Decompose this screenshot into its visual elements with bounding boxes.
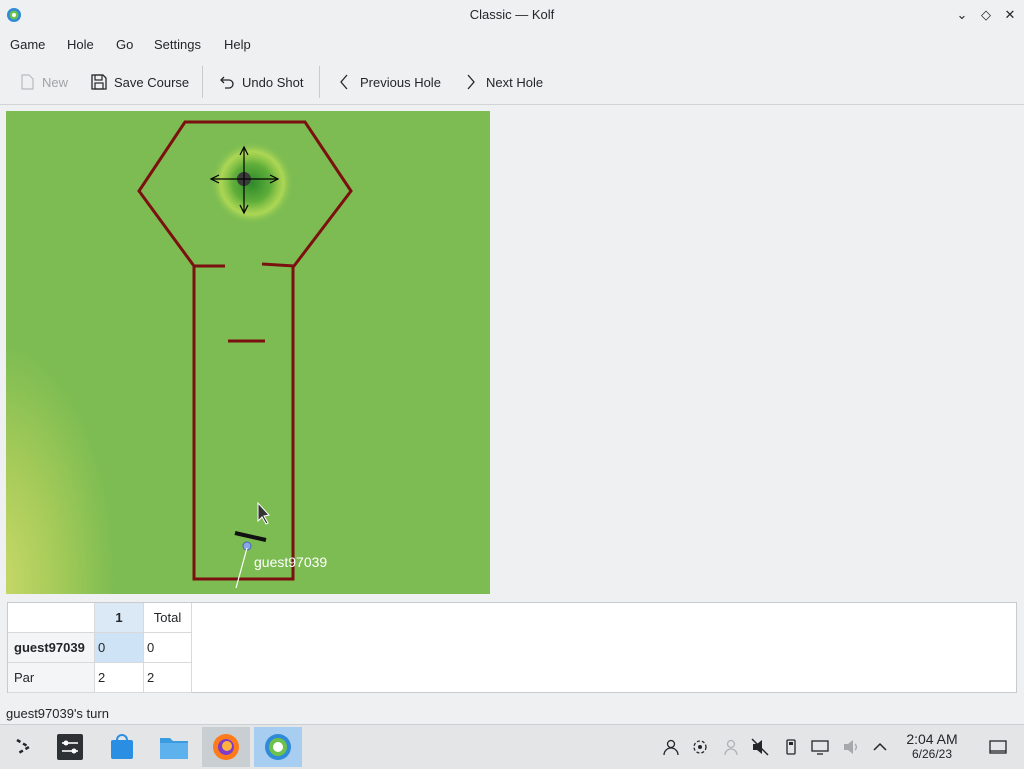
chevron-right-icon <box>467 74 475 90</box>
discover-task[interactable] <box>98 727 146 767</box>
title-bar: Classic — Kolf ⌄ ◇ ✕ <box>0 0 1024 30</box>
scoreboard-table: 1 Total guest97039 0 0 Par 2 2 <box>7 602 1017 693</box>
status-text: guest97039's turn <box>6 706 109 721</box>
course-drawing <box>137 120 353 589</box>
column-header-hole[interactable]: 1 <box>95 603 144 633</box>
system-settings-task[interactable] <box>46 727 94 767</box>
new-button[interactable]: New <box>18 66 68 98</box>
new-label: New <box>42 74 69 90</box>
user-icon[interactable] <box>662 738 680 756</box>
chevron-left-icon <box>340 74 348 90</box>
toolbar: New Save Course Undo Shot Previous Hole … <box>0 60 1024 105</box>
launcher-icon <box>16 738 32 756</box>
player-name-label: guest97039 <box>254 554 328 570</box>
file-manager-task[interactable] <box>150 727 198 767</box>
aim-line <box>235 547 248 589</box>
show-desktop-icon[interactable] <box>989 738 1007 756</box>
previous-hole-label: Previous Hole <box>360 74 441 90</box>
kolf-task[interactable] <box>254 727 302 767</box>
network-icon[interactable] <box>722 738 740 756</box>
audio-device-icon[interactable] <box>842 738 860 756</box>
toolbar-separator <box>319 66 320 98</box>
taskbar <box>0 724 1024 769</box>
score-cell[interactable]: 0 <box>95 633 144 663</box>
par-cell[interactable]: 2 <box>144 663 192 693</box>
course-canvas[interactable]: guest97039 <box>6 111 490 594</box>
settings-icon <box>57 734 83 760</box>
clock-date[interactable]: 6/26/23 <box>896 747 968 761</box>
usb-device-icon[interactable] <box>782 738 800 756</box>
putter <box>234 531 267 542</box>
fairway-wall <box>192 266 295 581</box>
undo-shot-label: Undo Shot <box>242 74 304 90</box>
save-icon <box>91 74 107 90</box>
mouse-pointer-icon <box>257 501 270 525</box>
undo-shot-button[interactable]: Undo Shot <box>218 66 303 98</box>
firefox-icon <box>213 734 239 760</box>
save-course-button[interactable]: Save Course <box>90 66 189 98</box>
next-hole-button[interactable]: Next Hole <box>462 66 543 98</box>
window-title: Classic — Kolf <box>469 7 555 22</box>
maximize-button[interactable]: ◇ <box>977 6 995 24</box>
next-hole-label: Next Hole <box>486 74 544 90</box>
discover-icon <box>111 734 133 759</box>
menu-game[interactable]: Game <box>10 37 45 52</box>
row-header-player[interactable]: guest97039 <box>8 633 95 663</box>
minimize-button[interactable]: ⌄ <box>953 6 971 24</box>
app-launcher-button[interactable] <box>0 727 48 767</box>
previous-hole-button[interactable]: Previous Hole <box>336 66 441 98</box>
display-icon[interactable] <box>811 738 829 756</box>
table-corner <box>8 603 95 633</box>
score-cell[interactable]: 0 <box>144 633 192 663</box>
new-document-icon <box>21 74 34 90</box>
hole-green <box>210 141 294 225</box>
row-header-par[interactable]: Par <box>8 663 95 693</box>
save-course-label: Save Course <box>114 74 190 90</box>
menu-bar: Game Hole Go Settings Help <box>0 30 1024 58</box>
undo-icon <box>220 76 234 89</box>
volume-muted-icon[interactable] <box>751 738 769 756</box>
menu-help[interactable]: Help <box>224 37 251 52</box>
close-button[interactable]: ✕ <box>1001 6 1019 24</box>
menu-settings[interactable]: Settings <box>154 37 201 52</box>
kolf-icon <box>265 734 291 760</box>
menu-hole[interactable]: Hole <box>67 37 94 52</box>
kde-connect-icon[interactable] <box>691 738 709 756</box>
par-cell[interactable]: 2 <box>95 663 144 693</box>
folder-icon <box>160 738 188 759</box>
firefox-task[interactable] <box>202 727 250 767</box>
clock-time[interactable]: 2:04 AM <box>896 731 968 747</box>
column-header-total[interactable]: Total <box>144 603 192 633</box>
toolbar-separator <box>202 66 203 98</box>
chevron-up-icon[interactable] <box>871 738 889 756</box>
menu-go[interactable]: Go <box>116 37 133 52</box>
